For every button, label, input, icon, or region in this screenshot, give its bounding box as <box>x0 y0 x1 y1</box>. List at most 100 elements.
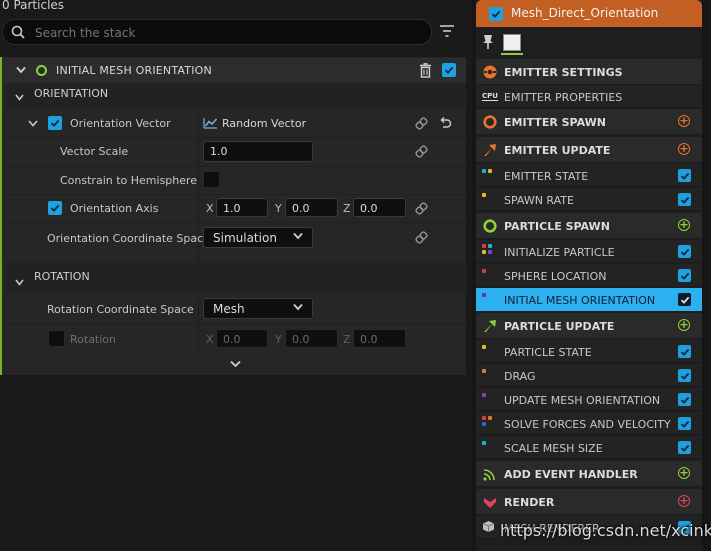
module-enable-checkbox[interactable] <box>678 245 691 258</box>
module-tag-icon <box>482 244 486 248</box>
rotation-section-header[interactable]: ROTATION <box>6 262 466 293</box>
render-icon <box>484 498 496 508</box>
drag-item[interactable]: DRAG <box>476 364 702 387</box>
orientation-coord-dropdown[interactable]: Simulation <box>203 227 313 248</box>
orientation-vector-label: Orientation Vector <box>70 117 171 130</box>
rotation-x-label: X <box>206 333 214 346</box>
module-enable-checkbox[interactable] <box>678 169 691 182</box>
render-section[interactable]: RENDER + <box>476 489 702 515</box>
module-enable-checkbox[interactable] <box>678 345 691 358</box>
orientation-section-header[interactable]: ORIENTATION <box>6 83 466 108</box>
module-tag-icon <box>482 369 486 373</box>
emitter-enable-checkbox[interactable] <box>489 7 503 21</box>
link-icon[interactable] <box>415 117 428 130</box>
orientation-vector-checkbox[interactable] <box>48 116 62 130</box>
module-enable-checkbox[interactable] <box>678 441 691 454</box>
particle-spawn-icon <box>483 219 497 233</box>
emitter-properties-item[interactable]: CPU EMITTER PROPERTIES <box>476 85 702 108</box>
pin-icon[interactable] <box>482 35 494 49</box>
module-tag-icon <box>482 293 486 297</box>
module-enable-checkbox[interactable] <box>678 293 691 306</box>
rotation-x-input: 0.0 <box>216 329 268 348</box>
module-enable-checkbox[interactable] <box>678 369 691 382</box>
emitter-settings-label: EMITTER SETTINGS <box>504 66 623 79</box>
orientation-collapse-icon[interactable] <box>15 94 24 101</box>
emitter-update-label: EMITTER UPDATE <box>504 144 611 157</box>
rotation-checkbox[interactable] <box>48 330 65 347</box>
emitter-state-item[interactable]: EMITTER STATE <box>476 164 702 187</box>
link-icon[interactable] <box>415 145 428 158</box>
add-module-icon[interactable]: + <box>678 219 690 231</box>
initialize-particle-item[interactable]: INITIALIZE PARTICLE <box>476 240 702 263</box>
axis-z-input[interactable]: 0.0 <box>353 198 406 217</box>
add-module-icon[interactable]: + <box>678 143 690 155</box>
particle-update-section[interactable]: PARTICLE UPDATE + <box>476 313 702 339</box>
trash-icon[interactable] <box>419 63 432 78</box>
search-box[interactable] <box>2 19 432 45</box>
module-enable-checkbox[interactable] <box>678 193 691 206</box>
filter-icon[interactable] <box>440 25 454 37</box>
hemisphere-checkbox[interactable] <box>203 171 220 188</box>
rotation-z-label: Z <box>343 333 351 346</box>
emitter-update-section[interactable]: EMITTER UPDATE + <box>476 137 702 163</box>
orientation-section-label: ORIENTATION <box>34 87 109 100</box>
module-enable-checkbox[interactable] <box>678 269 691 282</box>
module-tag-icon <box>482 269 486 273</box>
emitter-settings-section[interactable]: EMITTER SETTINGS <box>476 59 702 85</box>
particle-spawn-section[interactable]: PARTICLE SPAWN + <box>476 213 702 239</box>
update-mesh-orientation-item[interactable]: UPDATE MESH ORIENTATION <box>476 388 702 411</box>
add-event-handler-icon[interactable]: + <box>678 467 690 479</box>
scale-mesh-size-label: SCALE MESH SIZE <box>504 442 603 455</box>
search-input[interactable] <box>33 23 417 42</box>
add-renderer-icon[interactable]: + <box>678 495 690 507</box>
rotation-coord-dropdown[interactable]: Mesh <box>203 298 313 319</box>
emitter-spawn-section[interactable]: EMITTER SPAWN + <box>476 109 702 135</box>
expand-advanced-icon[interactable] <box>230 360 241 368</box>
particle-state-item[interactable]: PARTICLE STATE <box>476 340 702 363</box>
particle-spawn-label: PARTICLE SPAWN <box>504 220 610 233</box>
emitter-preview-thumbnail[interactable] <box>503 34 521 51</box>
initial-mesh-orientation-label: INITIAL MESH ORIENTATION <box>504 294 656 307</box>
rotation-coord-value: Mesh <box>213 302 245 316</box>
module-title: INITIAL MESH ORIENTATION <box>56 64 212 77</box>
initialize-particle-label: INITIALIZE PARTICLE <box>504 246 615 259</box>
module-enable-checkbox[interactable] <box>678 417 691 430</box>
module-enable-checkbox[interactable] <box>678 393 691 406</box>
module-header[interactable]: INITIAL MESH ORIENTATION <box>2 58 466 83</box>
cpu-badge: CPU <box>482 92 498 101</box>
initial-mesh-orientation-item[interactable]: INITIAL MESH ORIENTATION <box>476 288 702 311</box>
module-tag-icon <box>488 244 492 248</box>
add-module-icon[interactable]: + <box>678 115 690 127</box>
module-enable-checkbox[interactable] <box>442 63 456 77</box>
add-event-handler-section[interactable]: ADD EVENT HANDLER + <box>476 461 702 487</box>
axis-z-label: Z <box>343 202 351 215</box>
link-icon[interactable] <box>415 202 428 215</box>
vector-collapse-icon[interactable] <box>28 120 38 127</box>
solve-forces-item[interactable]: SOLVE FORCES AND VELOCITY <box>476 412 702 435</box>
module-tag-icon <box>482 345 486 349</box>
sphere-location-item[interactable]: SPHERE LOCATION <box>476 264 702 287</box>
rotation-collapse-icon[interactable] <box>15 279 24 286</box>
axis-y-input[interactable]: 0.0 <box>285 198 338 217</box>
emitter-properties-label: EMITTER PROPERTIES <box>504 91 623 104</box>
axis-y-label: Y <box>275 202 282 215</box>
module-tag-icon <box>482 169 486 173</box>
link-icon[interactable] <box>415 231 428 244</box>
spawn-rate-item[interactable]: SPAWN RATE <box>476 188 702 211</box>
axis-x-label: X <box>206 202 214 215</box>
orientation-axis-checkbox[interactable] <box>48 201 62 215</box>
reset-icon[interactable] <box>439 117 452 129</box>
module-accent-bar <box>0 57 2 375</box>
axis-x-input[interactable]: 1.0 <box>216 198 268 217</box>
spawn-rate-label: SPAWN RATE <box>504 194 574 207</box>
scale-mesh-size-item[interactable]: SCALE MESH SIZE <box>476 436 702 459</box>
orientation-axis-label: Orientation Axis <box>70 202 159 215</box>
event-handler-icon <box>483 469 495 481</box>
collapse-chevron-icon[interactable] <box>16 66 26 74</box>
add-module-icon[interactable]: + <box>678 319 690 331</box>
vector-scale-input[interactable]: 1.0 <box>203 141 313 162</box>
rotation-section-label: ROTATION <box>34 270 90 283</box>
emitter-title-bar[interactable]: Mesh_Direct_Orientation <box>476 0 702 27</box>
rotation-coord-label: Rotation Coordinate Space <box>47 303 194 316</box>
orientation-vector-value[interactable]: Random Vector <box>222 117 306 130</box>
